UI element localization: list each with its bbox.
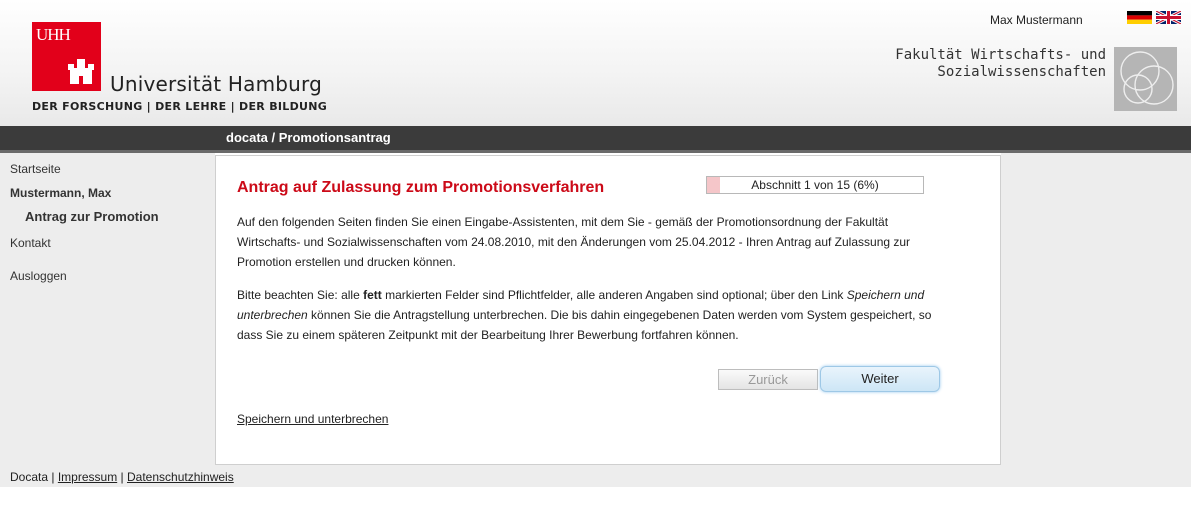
title-bar: docata / Promotionsantrag [0,126,1191,153]
university-name: Universität Hamburg [110,72,323,96]
university-logo[interactable]: UHH [32,22,101,91]
footer-brand: Docata [10,470,49,484]
page-footer: Docata | Impressum | Datenschutzhinweis [0,465,1191,487]
footer-separator: | [120,470,124,484]
sidebar-item-ausloggen[interactable]: Ausloggen [10,269,67,283]
faculty-name: Fakultät Wirtschafts- und Sozialwissensc… [895,47,1106,81]
main-content: Antrag auf Zulassung zum Promotionsverfa… [215,155,1001,465]
faculty-line-2: Sozialwissenschaften [937,64,1106,80]
save-and-pause-link[interactable]: Speichern und unterbrechen [237,412,388,426]
notice-bold: fett [363,288,382,302]
page-title: docata / Promotionsantrag [226,130,391,145]
next-button[interactable]: Weiter [820,366,940,392]
form-heading: Antrag auf Zulassung zum Promotionsverfa… [237,179,605,196]
footer-text: Docata | Impressum | Datenschutzhinweis [10,470,234,484]
footer-separator: | [51,470,55,484]
sidebar: Startseite Mustermann, Max Antrag zur Pr… [0,153,215,465]
logo-text: UHH [36,25,71,44]
notice-text-b: markierten Felder sind Pflichtfelder, al… [381,288,847,302]
datenschutz-link[interactable]: Datenschutzhinweis [127,470,234,484]
faculty-line-1: Fakultät Wirtschafts- und [895,47,1106,63]
notice-text-c: können Sie die Antragstellung unterbrech… [237,308,932,342]
flag-de-icon[interactable] [1127,11,1152,24]
impressum-link[interactable]: Impressum [58,470,117,484]
university-tagline: DER FORSCHUNG | DER LEHRE | DER BILDUNG [32,100,328,113]
progress-bar: Abschnitt 1 von 15 (6%) [706,176,924,194]
progress-label: Abschnitt 1 von 15 (6%) [751,178,879,192]
user-name: Max Mustermann [990,13,1083,27]
intro-paragraph: Auf den folgenden Seiten finden Sie eine… [237,215,911,269]
faculty-logo-icon [1114,47,1177,111]
notice-text-a: Bitte beachten Sie: alle [237,288,364,302]
sidebar-item-antrag[interactable]: Antrag zur Promotion [25,209,159,224]
back-button[interactable]: Zurück [718,369,818,390]
page-header: UHH Universität Hamburg DER FORSCHUNG | … [0,0,1191,126]
castle-icon [68,59,94,84]
right-column [1001,153,1191,465]
flag-en-icon[interactable] [1156,11,1181,24]
sidebar-item-kontakt[interactable]: Kontakt [10,236,51,250]
sidebar-item-user[interactable]: Mustermann, Max [10,186,111,200]
sidebar-item-startseite[interactable]: Startseite [10,162,61,176]
notice-paragraph: Bitte beachten Sie: alle fett markierten… [237,285,937,345]
